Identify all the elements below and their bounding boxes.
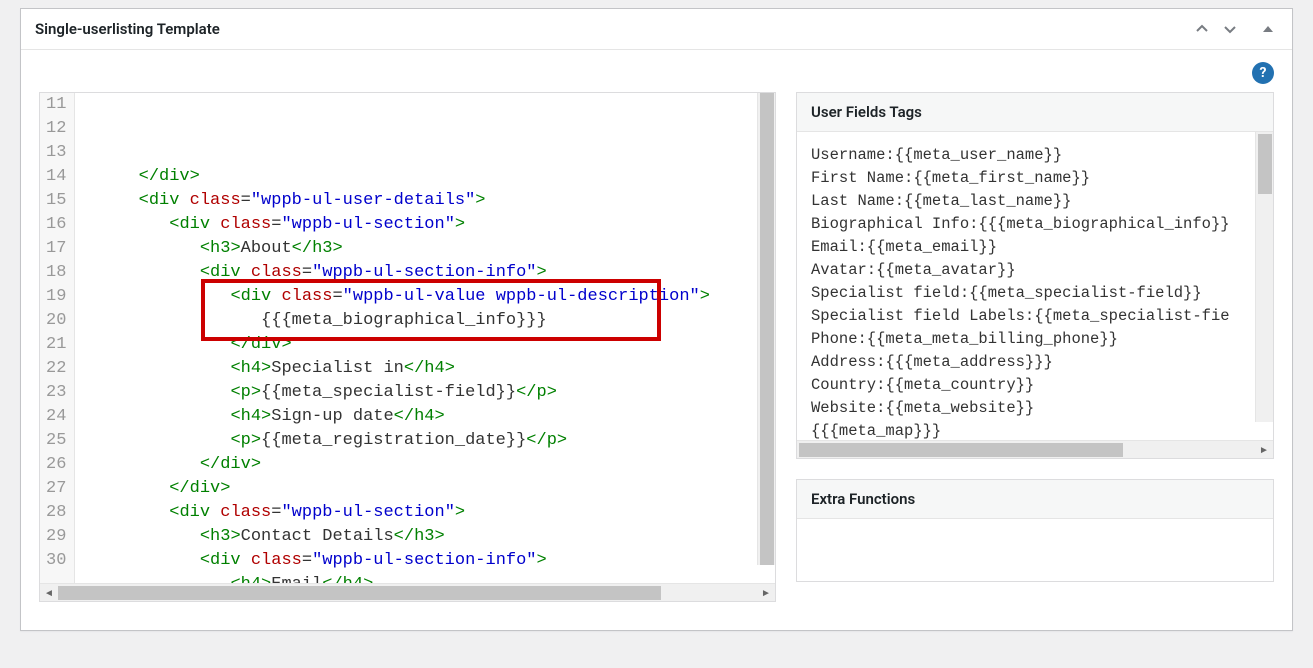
code-line[interactable]: </div>: [77, 333, 720, 357]
panel-title: Single-userlisting Template: [35, 20, 220, 38]
tag-row[interactable]: Address:{{{meta_address}}}: [811, 351, 1259, 374]
line-number: 24: [46, 405, 66, 429]
panel-body: ? 11121314151617181920212223242526272829…: [21, 50, 1292, 630]
tag-row[interactable]: First Name:{{meta_first_name}}: [811, 167, 1259, 190]
code-area[interactable]: </div> <div class="wppb-ul-user-details"…: [75, 93, 720, 583]
code-line[interactable]: <p>{{meta_specialist-field}}</p>: [77, 381, 720, 405]
code-line[interactable]: <p>{{meta_registration_date}}</p>: [77, 429, 720, 453]
line-number: 22: [46, 357, 66, 381]
line-number: 17: [46, 237, 66, 261]
code-line[interactable]: <div class="wppb-ul-section">: [77, 213, 720, 237]
move-up-icon[interactable]: [1192, 19, 1212, 39]
line-number: 27: [46, 477, 66, 501]
editor-vertical-scrollbar[interactable]: [757, 93, 775, 565]
move-down-icon[interactable]: [1220, 19, 1240, 39]
code-line[interactable]: <h4>Specialist in</h4>: [77, 357, 720, 381]
tag-row[interactable]: Specialist field Labels:{{meta_specialis…: [811, 305, 1259, 328]
tag-row[interactable]: {{{meta_map}}}: [811, 420, 1259, 440]
line-number: 29: [46, 525, 66, 549]
extra-functions-section: Extra Functions: [796, 479, 1274, 582]
user-fields-section: User Fields Tags Username:{{meta_user_na…: [796, 92, 1274, 459]
scrollbar-thumb[interactable]: [760, 93, 774, 565]
scrollbar-thumb[interactable]: [1258, 134, 1272, 194]
collapse-toggle-icon[interactable]: [1258, 19, 1278, 39]
scroll-right-icon[interactable]: ►: [1255, 441, 1273, 459]
line-number: 20: [46, 309, 66, 333]
line-number: 14: [46, 165, 66, 189]
panel-header: Single-userlisting Template: [21, 9, 1292, 50]
tag-row[interactable]: Username:{{meta_user_name}}: [811, 144, 1259, 167]
line-number: 19: [46, 285, 66, 309]
tags-horizontal-scrollbar[interactable]: ◄ ►: [797, 440, 1273, 458]
code-line[interactable]: <div class="wppb-ul-section-info">: [77, 261, 720, 285]
line-number: 28: [46, 501, 66, 525]
panel-controls: [1192, 19, 1278, 39]
template-panel: Single-userlisting Template ? 1112131415…: [20, 8, 1293, 631]
line-number: 15: [46, 189, 66, 213]
scrollbar-thumb[interactable]: [799, 443, 1123, 457]
scroll-left-icon[interactable]: ◄: [40, 584, 58, 602]
scrollbar-thumb[interactable]: [58, 586, 661, 600]
tag-row[interactable]: Country:{{meta_country}}: [811, 374, 1259, 397]
tag-row[interactable]: Biographical Info:{{{meta_biographical_i…: [811, 213, 1259, 236]
tag-row[interactable]: Avatar:{{meta_avatar}}: [811, 259, 1259, 282]
code-line[interactable]: <h4>Sign-up date</h4>: [77, 405, 720, 429]
code-line[interactable]: </div>: [77, 165, 720, 189]
code-line[interactable]: <div class="wppb-ul-user-details">: [77, 189, 720, 213]
line-number: 26: [46, 453, 66, 477]
help-icon[interactable]: ?: [1252, 62, 1274, 84]
tag-row[interactable]: Specialist field:{{meta_specialist-field…: [811, 282, 1259, 305]
editor-horizontal-scrollbar[interactable]: ◄ ►: [40, 583, 775, 601]
code-line[interactable]: <h3>About</h3>: [77, 237, 720, 261]
tag-row[interactable]: Last Name:{{meta_last_name}}: [811, 190, 1259, 213]
tags-list[interactable]: Username:{{meta_user_name}}First Name:{{…: [797, 132, 1273, 440]
line-number: 18: [46, 261, 66, 285]
line-number: 11: [46, 93, 66, 117]
code-line[interactable]: <div class="wppb-ul-value wppb-ul-descri…: [77, 285, 720, 309]
code-line[interactable]: </div>: [77, 477, 720, 501]
code-line[interactable]: </div>: [77, 453, 720, 477]
line-number: 21: [46, 333, 66, 357]
line-number: 13: [46, 141, 66, 165]
scroll-right-icon[interactable]: ►: [757, 584, 775, 602]
tags-vertical-scrollbar[interactable]: [1255, 132, 1273, 422]
code-line[interactable]: {{{meta_biographical_info}}}: [77, 309, 720, 333]
line-number: 23: [46, 381, 66, 405]
line-number: 30: [46, 549, 66, 573]
extra-functions-body: [797, 519, 1273, 581]
code-line[interactable]: <h4>Email</h4>: [77, 573, 720, 583]
line-number: 16: [46, 213, 66, 237]
tag-row[interactable]: Website:{{meta_website}}: [811, 397, 1259, 420]
tag-row[interactable]: Phone:{{meta_meta_billing_phone}}: [811, 328, 1259, 351]
line-number: 25: [46, 429, 66, 453]
code-line[interactable]: <div class="wppb-ul-section-info">: [77, 549, 720, 573]
tags-sidebar: User Fields Tags Username:{{meta_user_na…: [796, 92, 1274, 602]
code-line[interactable]: <h3>Contact Details</h3>: [77, 525, 720, 549]
code-editor[interactable]: 1112131415161718192021222324252627282930…: [39, 92, 776, 602]
tag-row[interactable]: Email:{{meta_email}}: [811, 236, 1259, 259]
code-line[interactable]: <div class="wppb-ul-section">: [77, 501, 720, 525]
line-gutter: 1112131415161718192021222324252627282930: [40, 93, 75, 583]
section-header: User Fields Tags: [797, 93, 1273, 132]
line-number: 12: [46, 117, 66, 141]
section-header: Extra Functions: [797, 480, 1273, 519]
